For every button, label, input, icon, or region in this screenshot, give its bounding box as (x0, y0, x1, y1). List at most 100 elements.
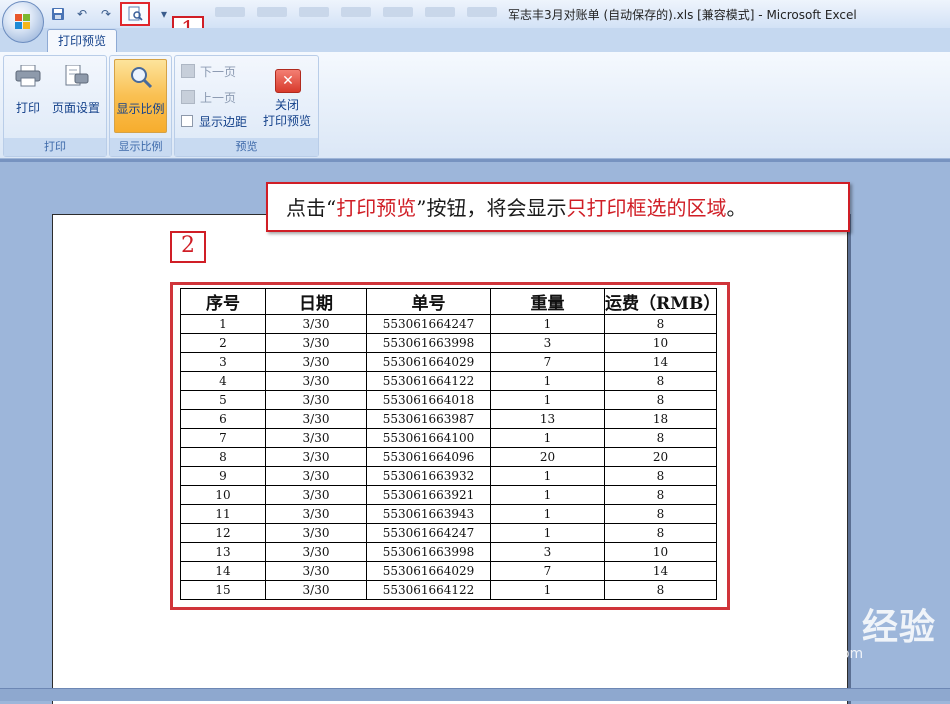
cell-weight: 3 (490, 333, 605, 353)
page-setup-button[interactable]: 页面设置 (50, 59, 102, 131)
cell-order-number: 553061663998 (366, 542, 491, 562)
cell-date: 3/30 (265, 371, 367, 391)
cell-order-number: 553061664122 (366, 371, 491, 391)
page-setup-icon (65, 65, 89, 86)
zoom-group-label: 显示比例 (110, 138, 171, 156)
office-logo-icon (15, 14, 31, 30)
faded-menu-item (383, 7, 413, 17)
annotation-text-5: 。 (726, 196, 747, 220)
faded-menu-strip (215, 7, 497, 17)
title-bar: ↶ ↷ ▾ 军志丰3月对账单 (自动保存的).xls [兼容模式] - Micr… (0, 0, 950, 29)
step-marker-2: 2 (170, 231, 206, 263)
cell-weight: 13 (490, 409, 605, 429)
close-print-preview-button[interactable]: ✕ 关闭 打印预览 (259, 59, 315, 131)
cell-index: 13 (180, 542, 266, 562)
cell-index: 12 (180, 523, 266, 543)
print-button-label: 打印 (15, 101, 40, 115)
prev-page-icon (181, 90, 195, 104)
cell-order-number: 553061663932 (366, 466, 491, 486)
table-header-row: 序号 日期 单号 重量 运费（RMB） (180, 288, 720, 315)
cell-freight: 10 (604, 333, 717, 353)
cell-index: 1 (180, 314, 266, 334)
header-date: 日期 (265, 288, 367, 315)
header-order-number: 单号 (366, 288, 491, 315)
cell-weight: 7 (490, 352, 605, 372)
cell-freight: 8 (604, 466, 717, 486)
cell-index: 11 (180, 504, 266, 524)
cell-order-number: 553061664096 (366, 447, 491, 467)
cell-index: 15 (180, 580, 266, 600)
faded-menu-item (467, 7, 497, 17)
cell-date: 3/30 (265, 466, 367, 486)
table-row: 1 3/30 553061664247 1 8 (180, 314, 717, 334)
cell-order-number: 553061664100 (366, 428, 491, 448)
close-label-line1: 关闭 (274, 98, 299, 112)
redo-icon[interactable]: ↷ (96, 5, 116, 23)
ribbon-tab-row: 打印预览 (0, 28, 950, 52)
window-title: 军志丰3月对账单 (自动保存的).xls [兼容模式] - Microsoft … (508, 8, 857, 22)
next-page-button[interactable]: 下一页 (181, 63, 236, 81)
cell-order-number: 553061663998 (366, 333, 491, 353)
watermark-url: jingyan.baidu.com (734, 646, 864, 662)
status-bar (0, 688, 950, 701)
cell-date: 3/30 (265, 352, 367, 372)
header-freight: 运费（RMB） (604, 288, 720, 315)
faded-menu-item (257, 7, 287, 17)
cell-freight: 8 (604, 580, 717, 600)
cell-date: 3/30 (265, 409, 367, 429)
cell-freight: 8 (604, 523, 717, 543)
table-row: 12 3/30 553061664247 1 8 (180, 523, 717, 543)
tab-print-preview[interactable]: 打印预览 (47, 29, 118, 52)
cell-index: 10 (180, 485, 266, 505)
cell-order-number: 553061664247 (366, 523, 491, 543)
show-margins-checkbox[interactable]: 显示边距 (181, 113, 247, 131)
cell-weight: 1 (490, 371, 605, 391)
cell-index: 2 (180, 333, 266, 353)
table-row: 7 3/30 553061664100 1 8 (180, 428, 717, 448)
cell-freight: 20 (604, 447, 717, 467)
cell-date: 3/30 (265, 523, 367, 543)
prev-page-button[interactable]: 上一页 (181, 89, 236, 107)
table-row: 6 3/30 553061663987 13 18 (180, 409, 717, 429)
cell-freight: 8 (604, 390, 717, 410)
cell-freight: 8 (604, 314, 717, 334)
cell-weight: 3 (490, 542, 605, 562)
office-button[interactable] (2, 1, 44, 43)
baidu-jingyan-watermark: Baidu 经验 jingyan.baidu.com (728, 598, 936, 662)
cell-freight: 8 (604, 504, 717, 524)
zoom-button[interactable]: 显示比例 (114, 59, 167, 133)
save-icon[interactable] (48, 5, 68, 23)
next-page-label: 下一页 (200, 65, 237, 79)
zoom-button-label: 显示比例 (116, 102, 165, 116)
cell-index: 4 (180, 371, 266, 391)
statement-table: 序号 日期 单号 重量 运费（RMB） 1 3/30 553061664247 1 8 2… (180, 288, 720, 600)
magnifier-icon (130, 67, 152, 88)
watermark-brand: Baidu 经验 (728, 607, 937, 648)
cell-weight: 1 (490, 428, 605, 448)
cell-date: 3/30 (265, 561, 367, 581)
printer-icon (15, 65, 41, 87)
table-row: 14 3/30 553061664029 7 14 (180, 561, 717, 581)
header-index: 序号 (180, 288, 266, 315)
cell-weight: 20 (490, 447, 605, 467)
cell-freight: 14 (604, 561, 717, 581)
prev-page-label: 上一页 (200, 91, 237, 105)
undo-icon[interactable]: ↶ (72, 5, 92, 23)
ribbon: 打印 页面设置 打印 显示比例 显示比例 下一页 上一页 显示边距 ✕ 关闭 打… (0, 52, 950, 159)
table-row: 5 3/30 553061664018 1 8 (180, 390, 717, 410)
quick-access-toolbar: ↶ ↷ ▾ (48, 2, 174, 26)
cell-order-number: 553061663987 (366, 409, 491, 429)
cell-order-number: 553061663921 (366, 485, 491, 505)
close-label-line2: 打印预览 (262, 114, 311, 128)
page-setup-button-label: 页面设置 (51, 101, 100, 115)
cell-date: 3/30 (265, 428, 367, 448)
print-button[interactable]: 打印 (8, 59, 48, 131)
print-preview-icon[interactable] (120, 2, 150, 26)
cell-date: 3/30 (265, 485, 367, 505)
print-group: 打印 页面设置 打印 (3, 55, 107, 157)
customize-qat-icon[interactable]: ▾ (154, 5, 174, 23)
cell-freight: 8 (604, 485, 717, 505)
cell-index: 7 (180, 428, 266, 448)
cell-freight: 14 (604, 352, 717, 372)
annotation-text-1: 点击“ (286, 196, 337, 220)
